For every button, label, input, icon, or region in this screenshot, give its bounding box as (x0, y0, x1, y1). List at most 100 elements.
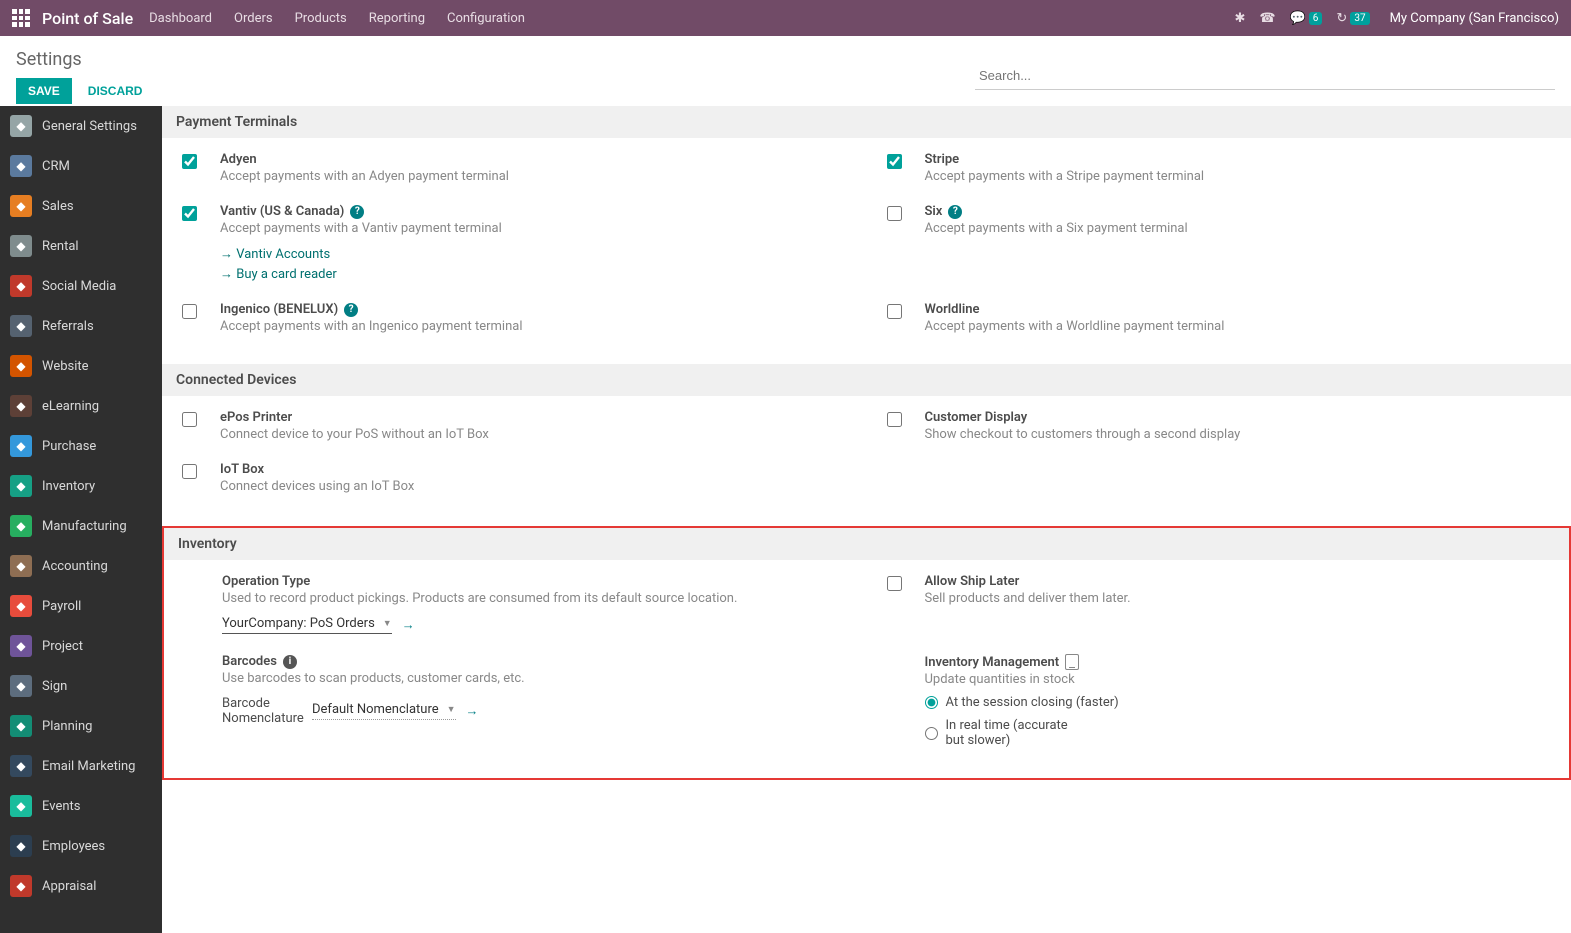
checkbox-iot-box[interactable] (182, 464, 197, 479)
checkbox-customer-display[interactable] (887, 412, 902, 427)
sidebar-app-icon: ◆ (10, 115, 32, 137)
support-icon[interactable]: ☎ (1259, 11, 1275, 26)
menu-orders[interactable]: Orders (234, 11, 273, 26)
sidebar-item-payroll[interactable]: ◆Payroll (0, 586, 162, 626)
sidebar-item-email-marketing[interactable]: ◆Email Marketing (0, 746, 162, 786)
sidebar-item-elearning[interactable]: ◆eLearning (0, 386, 162, 426)
sidebar-item-appraisal[interactable]: ◆Appraisal (0, 866, 162, 906)
info-icon[interactable]: i (283, 655, 297, 669)
app-brand[interactable]: Point of Sale (42, 9, 133, 28)
menu-dashboard[interactable]: Dashboard (149, 11, 212, 26)
label-ingenico: Ingenico (BENELUX) (220, 302, 338, 317)
checkbox-adyen[interactable] (182, 154, 197, 169)
sidebar-item-general-settings[interactable]: ◆ General Settings (0, 106, 162, 146)
sidebar-app-icon: ◆ (10, 715, 32, 737)
sidebar-item-planning[interactable]: ◆ Planning (0, 706, 162, 746)
sidebar-item-label: Employees (42, 839, 152, 854)
barcode-nomenclature-value: Default Nomenclature (312, 702, 439, 717)
sidebar-item-label: Planning (42, 719, 152, 734)
setting-vantiv: Vantiv (US & Canada)? Accept payments wi… (182, 204, 847, 282)
checkbox-worldline[interactable] (887, 304, 902, 319)
checkbox-ingenico[interactable] (182, 304, 197, 319)
setting-ingenico: Ingenico (BENELUX)? Accept payments with… (182, 302, 847, 334)
operation-type-dropdown[interactable]: YourCompany: PoS Orders ▼ (222, 616, 392, 634)
sidebar-item-employees[interactable]: ◆Employees (0, 826, 162, 866)
sidebar-item-social-media[interactable]: ◆Social Media (0, 266, 162, 306)
checkbox-six[interactable] (887, 206, 902, 221)
sidebar-item-manufacturing[interactable]: ◆ Manufacturing (0, 506, 162, 546)
sidebar-item-purchase[interactable]: ◆Purchase (0, 426, 162, 466)
barcode-nomenclature-dropdown[interactable]: Default Nomenclature ▼ (312, 702, 456, 720)
operation-type-value: YourCompany: PoS Orders (222, 616, 375, 631)
messages-badge: 6 (1309, 12, 1323, 25)
desc-ingenico: Accept payments with an Ingenico payment… (220, 319, 847, 334)
external-link-icon[interactable]: → (466, 703, 479, 719)
sidebar-item-label: General Settings (42, 119, 152, 134)
external-link-icon[interactable]: → (402, 617, 415, 633)
sidebar-item-label: Events (42, 799, 152, 814)
company-switcher[interactable]: My Company (San Francisco) (1390, 11, 1559, 26)
menu-configuration[interactable]: Configuration (447, 11, 525, 26)
control-bar: Settings SAVE DISCARD (0, 36, 1571, 106)
radio-real-time[interactable] (925, 727, 938, 740)
apps-grid-icon[interactable] (12, 9, 30, 27)
checkbox-stripe[interactable] (887, 154, 902, 169)
sidebar-item-events[interactable]: ◆Events (0, 786, 162, 826)
search-input[interactable] (975, 62, 1555, 90)
sidebar-item-label: Rental (42, 239, 152, 254)
radio-label-real-time: In real time (accurate but slower) (946, 718, 1086, 748)
desc-ship-later: Sell products and deliver them later. (925, 591, 1550, 606)
sidebar-app-icon: ◆ (10, 515, 32, 537)
help-icon[interactable]: ? (948, 205, 962, 219)
caret-down-icon: ▼ (447, 704, 456, 715)
radio-session-closing[interactable] (925, 696, 938, 709)
help-icon[interactable]: ? (344, 303, 358, 317)
setting-adyen: Adyen Accept payments with an Adyen paym… (182, 152, 847, 184)
sidebar-item-sign[interactable]: ◆Sign (0, 666, 162, 706)
desc-operation-type: Used to record product pickings. Product… (222, 591, 847, 606)
sidebar-item-accounting[interactable]: ◆Accounting (0, 546, 162, 586)
sidebar-item-website[interactable]: ◆Website (0, 346, 162, 386)
help-icon[interactable]: ? (350, 205, 364, 219)
checkbox-ship-later[interactable] (887, 576, 902, 591)
desc-epos: Connect device to your PoS without an Io… (220, 427, 847, 442)
menu-products[interactable]: Products (295, 11, 347, 26)
sidebar-item-label: Website (42, 359, 152, 374)
sidebar-app-icon: ◆ (10, 475, 32, 497)
checkbox-vantiv[interactable] (182, 206, 197, 221)
link-vantiv-accounts[interactable]: Vantiv Accounts (220, 246, 847, 262)
systray: ✱ ☎ 💬6 ↻37 My Company (San Francisco) (1235, 11, 1560, 26)
sidebar-item-crm[interactable]: ◆CRM (0, 146, 162, 186)
setting-operation-type: Operation Type Used to record product pi… (184, 574, 847, 634)
label-epos: ePos Printer (220, 410, 847, 425)
sidebar-app-icon: ◆ (10, 875, 32, 897)
desc-customer-display: Show checkout to customers through a sec… (925, 427, 1552, 442)
sidebar-item-referrals[interactable]: ◆Referrals (0, 306, 162, 346)
setting-six: Six? Accept payments with a Six payment … (887, 204, 1552, 236)
sidebar-item-rental[interactable]: ◆Rental (0, 226, 162, 266)
setting-epos: ePos Printer Connect device to your PoS … (182, 410, 847, 442)
save-button[interactable]: SAVE (16, 78, 72, 104)
sidebar-app-icon: ◆ (10, 555, 32, 577)
checkbox-epos[interactable] (182, 412, 197, 427)
sidebar-item-label: Manufacturing (42, 519, 152, 534)
activities-icon[interactable]: ↻37 (1336, 11, 1369, 26)
sidebar-item-inventory[interactable]: ◆Inventory (0, 466, 162, 506)
link-buy-card-reader[interactable]: Buy a card reader (220, 266, 847, 282)
discard-button[interactable]: DISCARD (78, 78, 153, 104)
desc-inventory-management: Update quantities in stock (925, 672, 1550, 687)
sidebar-item-label: CRM (42, 159, 152, 174)
bug-icon[interactable]: ✱ (1235, 11, 1246, 26)
menu-reporting[interactable]: Reporting (369, 11, 425, 26)
sidebar-app-icon: ◆ (10, 395, 32, 417)
sidebar-item-sales[interactable]: ◆Sales (0, 186, 162, 226)
desc-barcodes: Use barcodes to scan products, customer … (222, 671, 847, 686)
sidebar-item-project[interactable]: ◆Project (0, 626, 162, 666)
messages-icon[interactable]: 💬6 (1290, 11, 1323, 26)
setting-worldline: Worldline Accept payments with a Worldli… (887, 302, 1552, 334)
label-six: Six (925, 204, 943, 219)
label-barcodes: Barcodes (222, 654, 277, 669)
sidebar-item-label: Social Media (42, 279, 152, 294)
label-worldline: Worldline (925, 302, 1552, 317)
sidebar-item-label: Project (42, 639, 152, 654)
